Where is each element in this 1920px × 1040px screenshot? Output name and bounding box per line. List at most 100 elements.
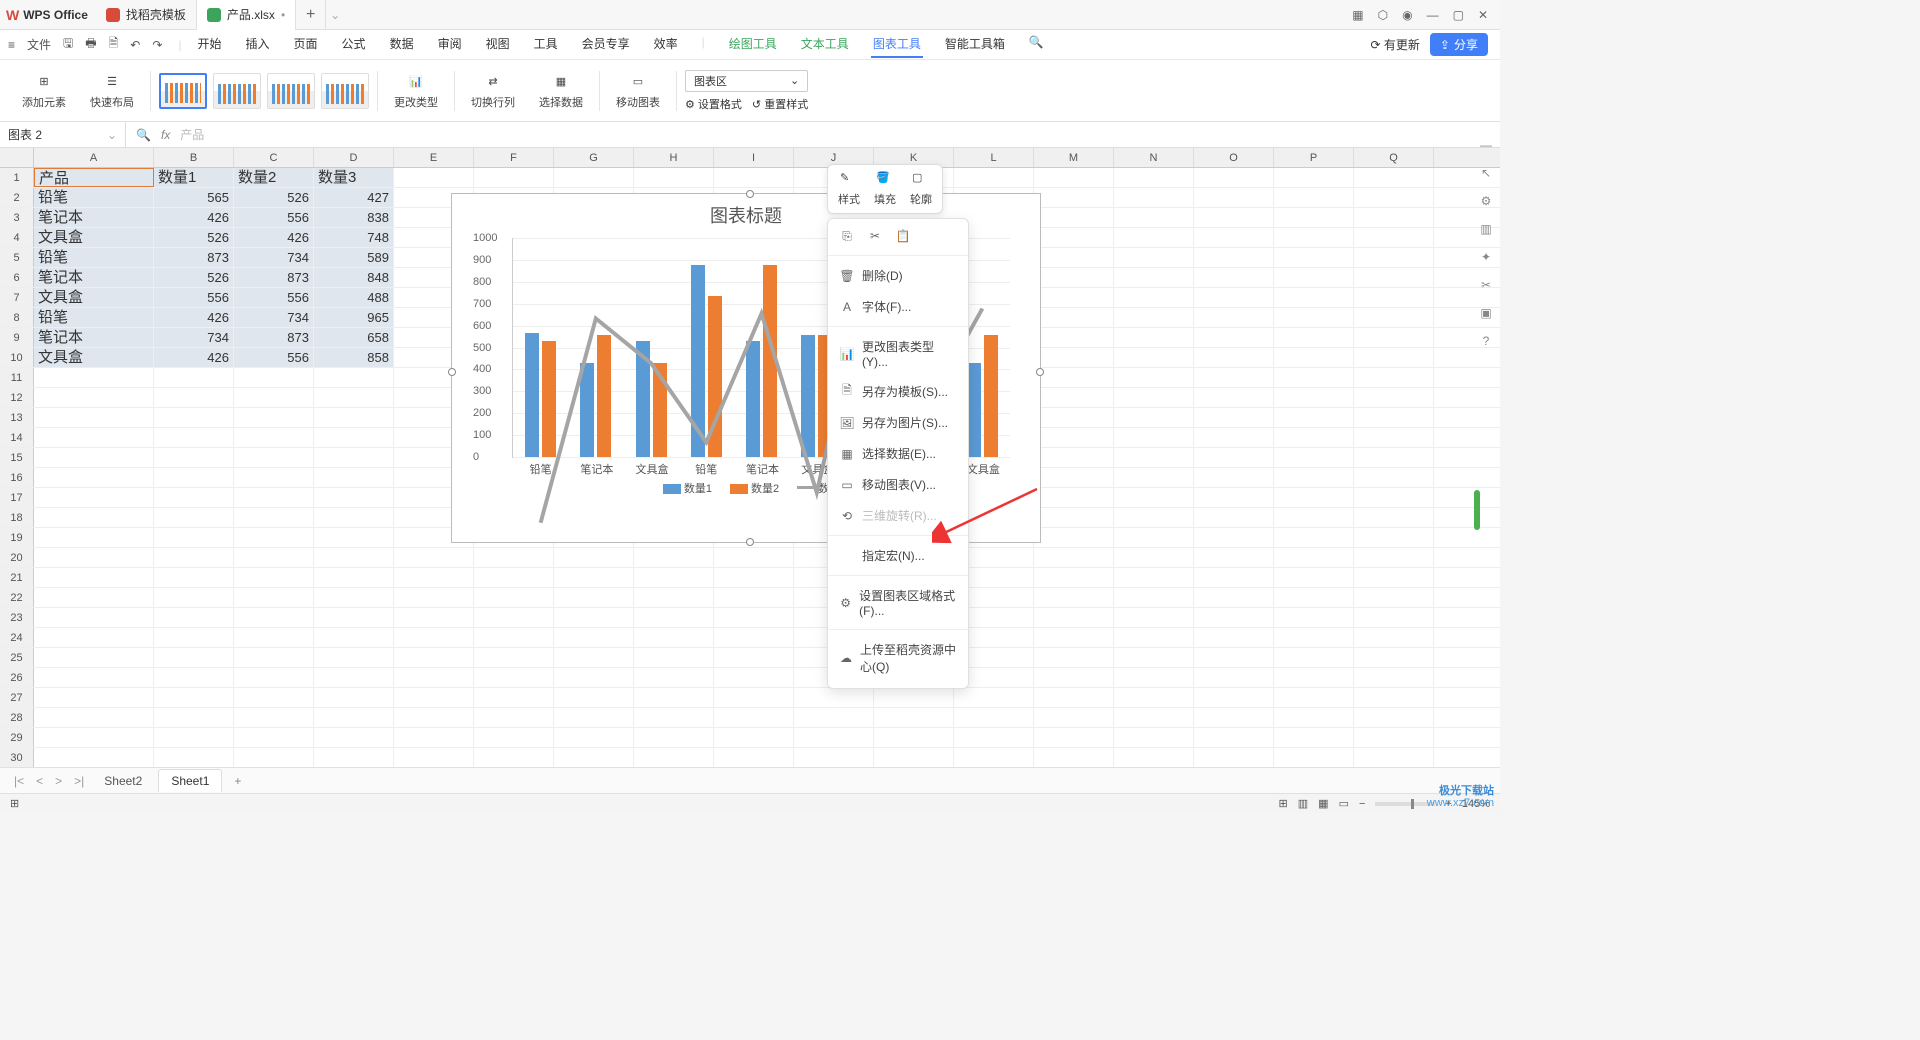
ctx-format-area[interactable]: ⚙设置图表区域格式(F)... [828, 580, 968, 625]
row-header[interactable]: 26 [0, 668, 34, 687]
paste-icon[interactable]: 📋 [896, 229, 910, 243]
row-header[interactable]: 1 [0, 168, 34, 187]
cell[interactable] [1194, 528, 1274, 547]
cell[interactable] [154, 548, 234, 567]
row-header[interactable]: 4 [0, 228, 34, 247]
cell[interactable] [1194, 488, 1274, 507]
cell[interactable]: 526 [154, 228, 234, 247]
help-icon[interactable]: ? [1483, 334, 1490, 348]
updates-label[interactable]: ⟳ 有更新 [1371, 36, 1420, 53]
cell[interactable] [234, 628, 314, 647]
cell[interactable] [314, 508, 394, 527]
cell[interactable] [1034, 588, 1114, 607]
save-icon[interactable]: 🖫 [63, 34, 73, 55]
cell[interactable] [1354, 488, 1434, 507]
zoom-icon[interactable]: 🔍 [136, 128, 151, 142]
cell[interactable] [1354, 368, 1434, 387]
user-avatar-icon[interactable]: ◉ [1402, 8, 1412, 22]
star-icon[interactable]: ✦ [1481, 250, 1491, 264]
row-header[interactable]: 11 [0, 368, 34, 387]
cell[interactable] [34, 608, 154, 627]
cell[interactable] [1114, 448, 1194, 467]
quick-layout-button[interactable]: ☰快速布局 [82, 72, 142, 110]
tab-start[interactable]: 开始 [196, 31, 224, 58]
cell[interactable] [1034, 628, 1114, 647]
cell[interactable] [314, 368, 394, 387]
cell[interactable]: 848 [314, 268, 394, 287]
ctx-select-data[interactable]: ▦选择数据(E)... [828, 438, 968, 469]
ctx-save-image[interactable]: 🖼另存为图片(S)... [828, 407, 968, 438]
cell[interactable] [1354, 168, 1434, 187]
cell[interactable] [1274, 528, 1354, 547]
cell[interactable] [234, 428, 314, 447]
row-header[interactable]: 27 [0, 688, 34, 707]
cell[interactable] [1274, 308, 1354, 327]
cell[interactable] [1034, 408, 1114, 427]
cell[interactable] [234, 588, 314, 607]
cell[interactable]: 873 [234, 328, 314, 347]
panel-icon[interactable]: ▥ [1480, 222, 1491, 236]
tab-formula[interactable]: 公式 [340, 31, 368, 58]
cell[interactable] [394, 168, 474, 187]
tab-draw-tools[interactable]: 绘图工具 [727, 31, 779, 58]
cell[interactable] [714, 168, 794, 187]
cell[interactable] [1354, 588, 1434, 607]
cell[interactable] [1274, 728, 1354, 747]
cell[interactable] [1114, 308, 1194, 327]
formula-input[interactable]: 产品 [180, 126, 204, 143]
select-data-button[interactable]: ▦选择数据 [531, 72, 591, 110]
cell[interactable] [1274, 288, 1354, 307]
cell[interactable] [1354, 308, 1434, 327]
chart-element-select[interactable]: 图表区⌄ [685, 70, 808, 92]
cell[interactable]: 笔记本 [34, 328, 154, 347]
cell[interactable] [154, 368, 234, 387]
cell[interactable] [1114, 748, 1194, 767]
cell[interactable] [34, 728, 154, 747]
cell[interactable] [234, 688, 314, 707]
share-button[interactable]: ⇪ 分享 [1430, 33, 1488, 56]
sheet-nav-last[interactable]: >| [70, 774, 88, 788]
cell[interactable] [1034, 728, 1114, 747]
cell[interactable] [1194, 608, 1274, 627]
cell[interactable] [1194, 228, 1274, 247]
cell[interactable]: 873 [154, 248, 234, 267]
row-header[interactable]: 20 [0, 548, 34, 567]
row-header[interactable]: 12 [0, 388, 34, 407]
cell[interactable] [1114, 288, 1194, 307]
row-header[interactable]: 10 [0, 348, 34, 367]
row-header[interactable]: 25 [0, 648, 34, 667]
cell[interactable] [1034, 248, 1114, 267]
cell[interactable]: 426 [154, 308, 234, 327]
col-header[interactable]: E [394, 148, 474, 167]
cell[interactable] [34, 708, 154, 727]
reset-style-button[interactable]: ↺ 重置样式 [752, 96, 808, 112]
cell[interactable] [1354, 688, 1434, 707]
col-header[interactable]: M [1034, 148, 1114, 167]
cell[interactable] [1194, 368, 1274, 387]
cell[interactable] [1194, 648, 1274, 667]
cell[interactable] [394, 688, 474, 707]
cell[interactable] [34, 648, 154, 667]
ctx-upload[interactable]: ☁上传至稻壳资源中心(Q) [828, 634, 968, 682]
tab-smart-toolbox[interactable]: 智能工具箱 [943, 31, 1007, 58]
tab-page[interactable]: 页面 [292, 31, 320, 58]
chart-style-thumb[interactable] [213, 73, 261, 109]
cell[interactable]: 589 [314, 248, 394, 267]
cell[interactable] [1034, 668, 1114, 687]
cell[interactable] [34, 408, 154, 427]
cell[interactable] [1034, 568, 1114, 587]
name-box[interactable]: 图表 2⌄ [0, 122, 126, 147]
cell[interactable] [154, 608, 234, 627]
sheet-nav-prev[interactable]: < [32, 774, 47, 788]
cell[interactable] [34, 688, 154, 707]
cell[interactable] [1194, 168, 1274, 187]
cell[interactable] [1354, 328, 1434, 347]
cell[interactable] [1114, 388, 1194, 407]
row-header[interactable]: 24 [0, 628, 34, 647]
cell[interactable]: 笔记本 [34, 208, 154, 227]
cell[interactable] [314, 408, 394, 427]
cell[interactable] [1114, 728, 1194, 747]
cell[interactable] [34, 368, 154, 387]
cell[interactable] [154, 748, 234, 767]
cell[interactable] [1114, 688, 1194, 707]
